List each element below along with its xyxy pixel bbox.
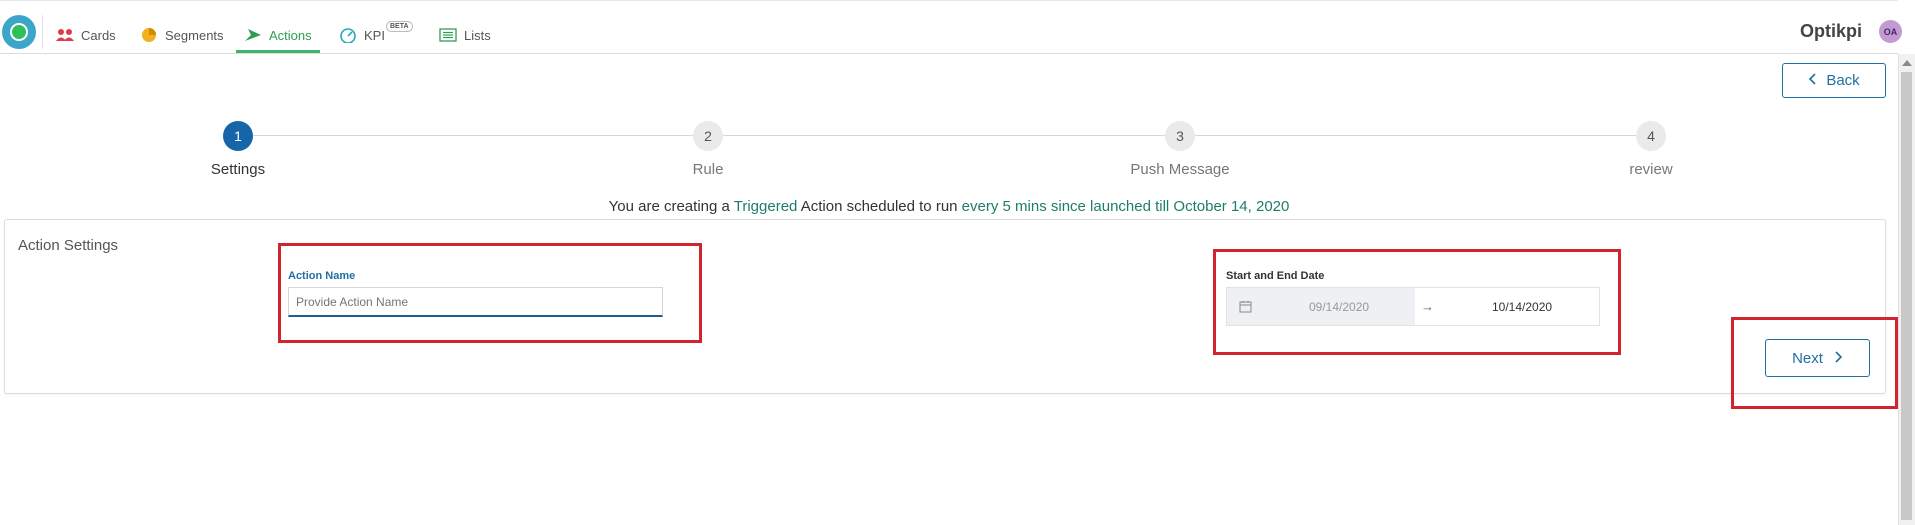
scroll-up-arrow-icon[interactable] xyxy=(1902,60,1912,66)
back-button-label: Back xyxy=(1826,72,1860,89)
next-button-label: Next xyxy=(1792,349,1823,367)
end-date-value[interactable]: 10/14/2020 xyxy=(1492,300,1552,314)
nav-label: Actions xyxy=(269,27,312,43)
active-tab-indicator xyxy=(236,50,320,53)
top-navbar: Cards Segments Actions KPI BETA Lists Op… xyxy=(0,0,1902,54)
nav-item-cards[interactable]: Cards xyxy=(55,23,116,47)
step-2-label: Rule xyxy=(692,161,724,178)
pie-chart-icon xyxy=(139,27,159,43)
list-icon xyxy=(438,27,458,43)
users-icon xyxy=(55,27,75,43)
nav-item-kpi[interactable]: KPI xyxy=(338,23,385,47)
nav-item-actions[interactable]: Actions xyxy=(243,23,312,47)
summary-schedule: every 5 mins since launched till October… xyxy=(961,198,1290,215)
summary-action-type: Triggered xyxy=(733,198,798,215)
stepper-line xyxy=(238,135,1650,136)
page: Cards Segments Actions KPI BETA Lists Op… xyxy=(0,0,1915,525)
start-date-value: 09/14/2020 xyxy=(1309,299,1370,314)
nav-item-lists[interactable]: Lists xyxy=(438,23,491,47)
beta-badge: BETA xyxy=(386,21,413,32)
action-name-label: Action Name xyxy=(288,270,356,282)
speedometer-icon xyxy=(338,27,358,43)
step-4-circle[interactable]: 4 xyxy=(1636,121,1666,151)
date-range-arrow-icon: → xyxy=(1421,299,1434,314)
date-range-label: Start and End Date xyxy=(1226,270,1325,282)
chevron-left-icon xyxy=(1808,72,1816,89)
next-button[interactable]: Next xyxy=(1765,339,1870,377)
summary-text: Action scheduled to run xyxy=(797,198,962,215)
step-3-label: Push Message xyxy=(1130,161,1230,178)
nav-label: Lists xyxy=(464,27,491,43)
start-date-field[interactable]: 09/14/2020 xyxy=(1227,288,1415,325)
avatar[interactable]: OA xyxy=(1879,20,1902,43)
action-name-input[interactable] xyxy=(288,287,663,317)
nav-item-segments[interactable]: Segments xyxy=(139,23,224,47)
nav-label: Segments xyxy=(165,27,224,43)
chevron-right-icon xyxy=(1835,350,1843,367)
summary-text: You are creating a xyxy=(608,198,734,215)
step-1-circle[interactable]: 1 xyxy=(223,121,253,151)
step-2-circle[interactable]: 2 xyxy=(693,121,723,151)
back-button[interactable]: Back xyxy=(1782,63,1886,98)
step-1-label: Settings xyxy=(210,161,266,178)
brand-name: Optikpi xyxy=(1800,21,1862,41)
step-4-label: review xyxy=(1629,161,1673,178)
step-3-circle[interactable]: 3 xyxy=(1165,121,1195,151)
nav-label: Cards xyxy=(81,27,116,43)
calendar-icon xyxy=(1239,300,1253,314)
action-summary: You are creating a Triggered Action sche… xyxy=(0,198,1898,215)
date-range-picker[interactable]: 09/14/2020 → 10/14/2020 xyxy=(1226,287,1600,326)
nav-divider xyxy=(42,15,43,49)
send-icon xyxy=(243,27,263,43)
card-title: Action Settings xyxy=(18,237,119,254)
nav-label: KPI xyxy=(364,27,385,43)
app-logo[interactable] xyxy=(2,15,36,49)
scrollbar-thumb[interactable] xyxy=(1901,72,1912,520)
